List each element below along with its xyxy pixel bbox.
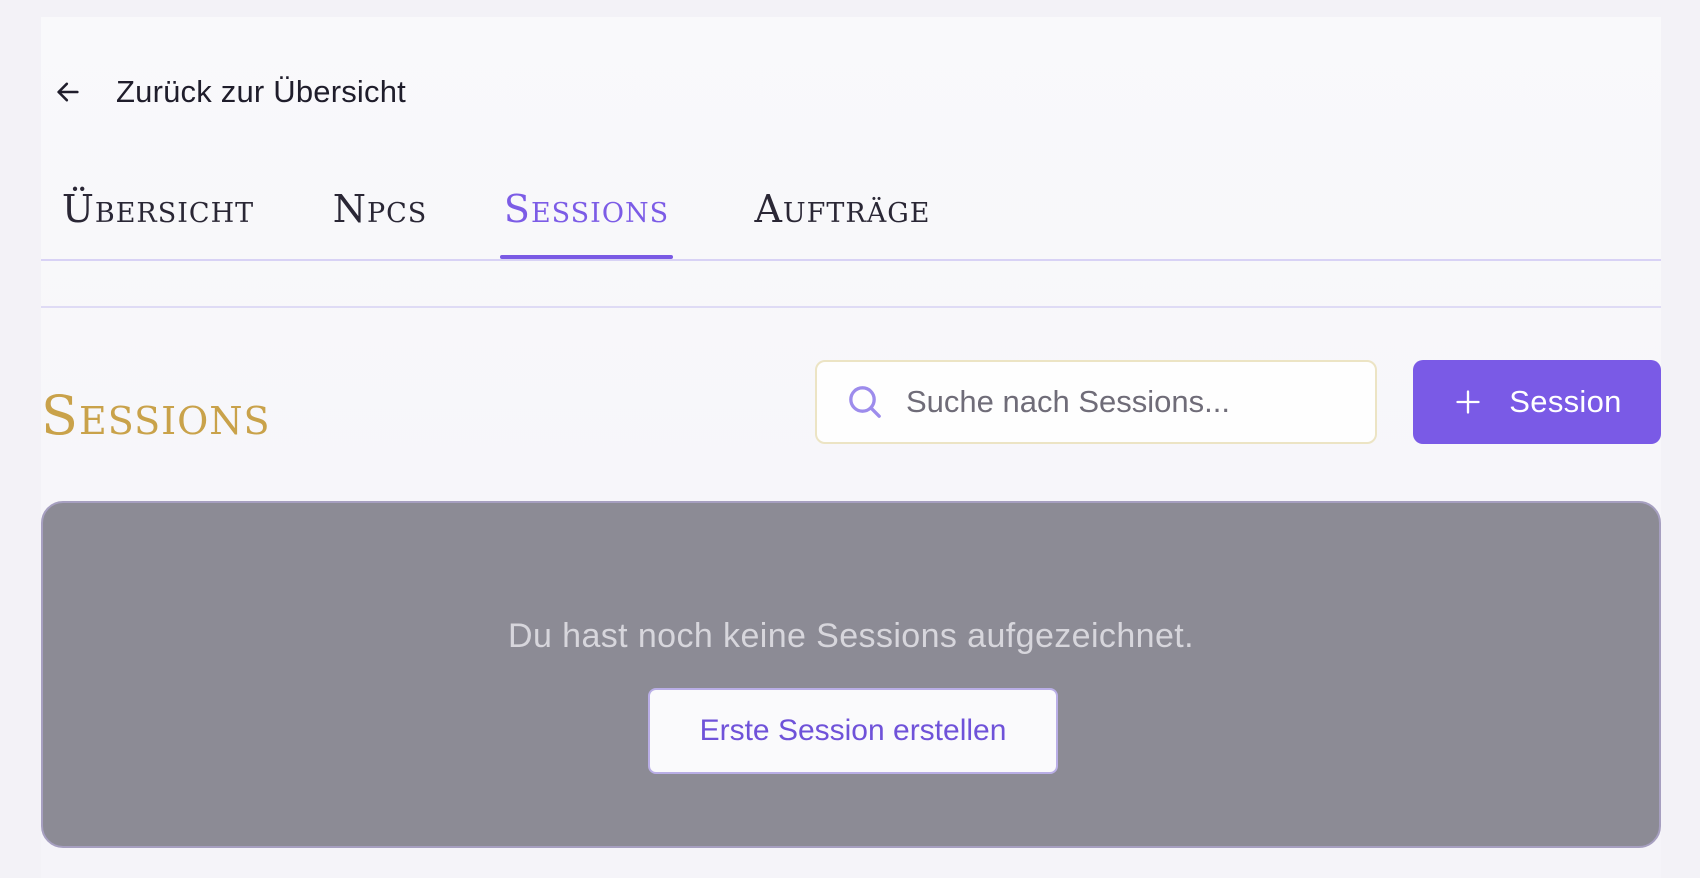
plus-icon bbox=[1452, 386, 1484, 418]
empty-state-card: Du hast noch keine Sessions aufgezeichne… bbox=[41, 501, 1661, 848]
back-to-overview-link[interactable]: Zurück zur Übersicht bbox=[53, 72, 406, 112]
back-link-label: Zurück zur Übersicht bbox=[116, 74, 406, 109]
search-icon bbox=[844, 381, 886, 423]
campaign-panel: Zurück zur Übersicht Übersicht Npcs Sess… bbox=[41, 17, 1661, 878]
page-title: Sessions bbox=[41, 384, 271, 447]
empty-state-message: Du hast noch keine Sessions aufgezeichne… bbox=[508, 617, 1194, 655]
tab-overview[interactable]: Übersicht bbox=[61, 167, 255, 257]
add-session-label: Session bbox=[1509, 384, 1622, 419]
section-divider bbox=[41, 306, 1661, 308]
search-input[interactable] bbox=[904, 383, 1348, 421]
search-field[interactable] bbox=[815, 360, 1377, 444]
tab-bar: Übersicht Npcs Sessions Aufträge bbox=[41, 167, 1661, 261]
create-first-session-button[interactable]: Erste Session erstellen bbox=[648, 688, 1058, 774]
tab-auftraege[interactable]: Aufträge bbox=[745, 167, 940, 257]
arrow-left-icon bbox=[53, 77, 83, 107]
tab-npcs[interactable]: Npcs bbox=[325, 167, 435, 257]
tab-sessions[interactable]: Sessions bbox=[500, 167, 673, 259]
add-session-button[interactable]: Session bbox=[1413, 360, 1661, 444]
